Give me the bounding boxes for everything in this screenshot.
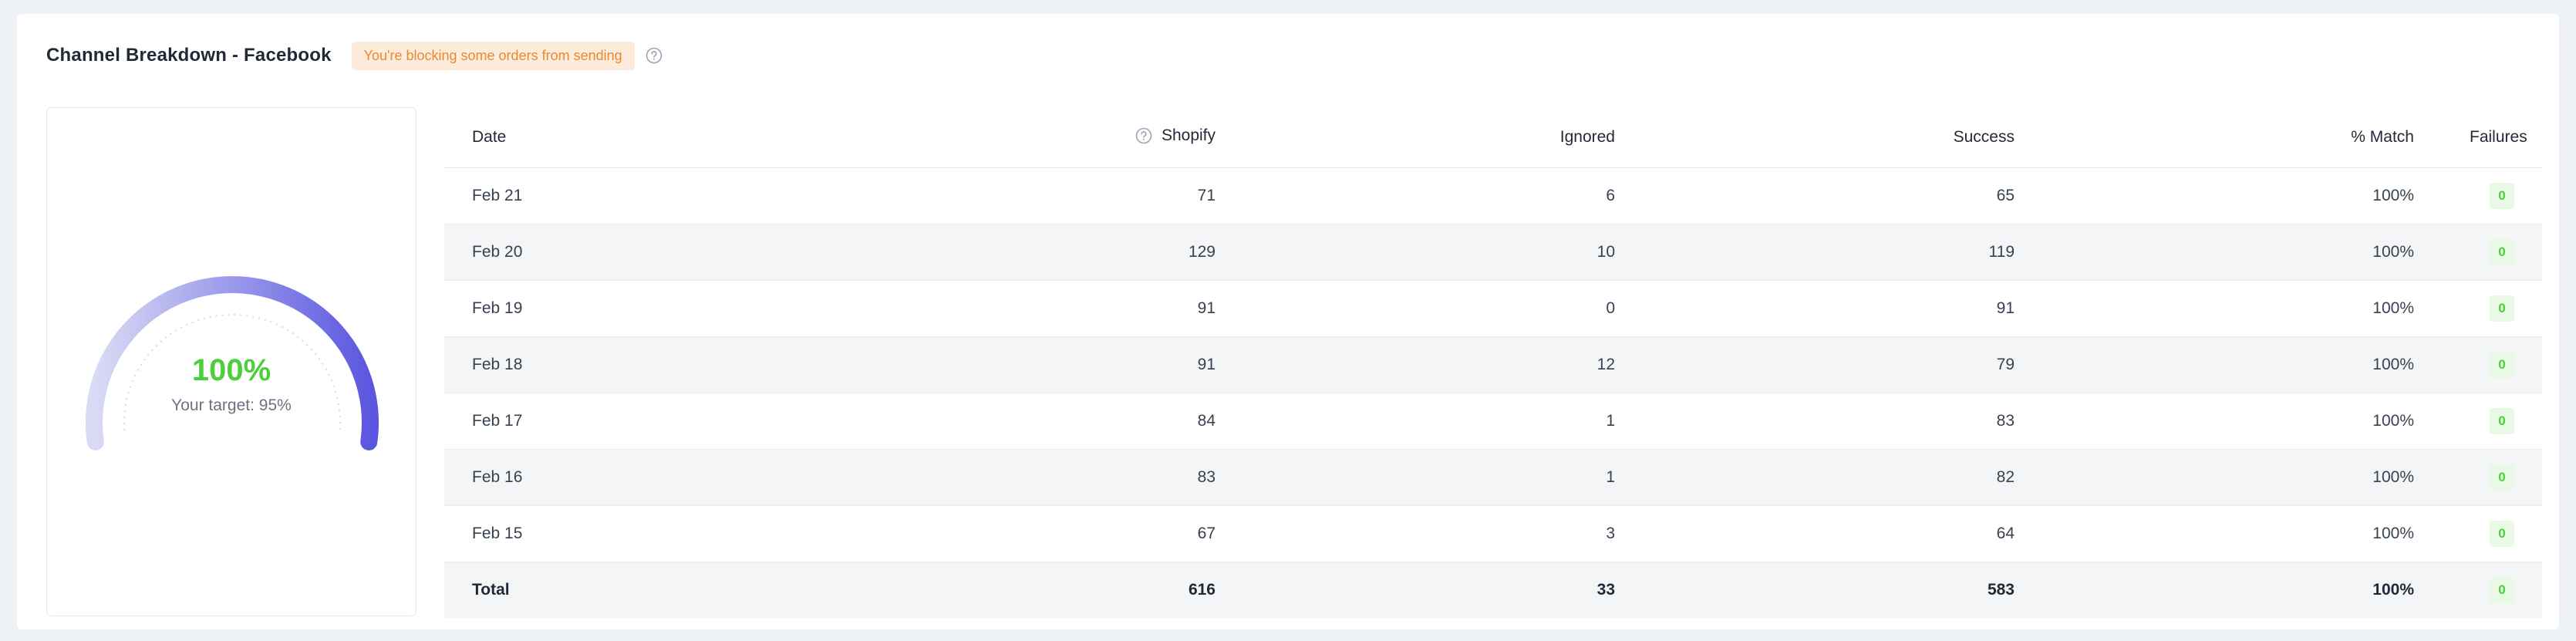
cell-success: 82 xyxy=(1643,449,2042,506)
cell-date: Feb 21 xyxy=(444,167,754,224)
table-row: Feb 19 91 0 91 100% 0 xyxy=(444,280,2542,337)
cell-date: Feb 15 xyxy=(444,505,754,562)
cell-match: 100% xyxy=(2042,505,2442,562)
cell-shopify: 71 xyxy=(754,167,1243,224)
cell-total-shopify: 616 xyxy=(754,562,1243,618)
failures-badge[interactable]: 0 xyxy=(2490,239,2514,265)
gauge-value-label: 100% xyxy=(191,353,271,387)
cell-success: 64 xyxy=(1643,505,2042,562)
cell-success: 91 xyxy=(1643,280,2042,337)
card-title: Channel Breakdown - Facebook xyxy=(46,45,332,66)
cell-total-match: 100% xyxy=(2042,562,2442,618)
gauge-target-label: Your target: 95% xyxy=(171,396,292,414)
cell-match: 100% xyxy=(2042,336,2442,393)
cell-match: 100% xyxy=(2042,449,2442,506)
table-total-row: Total 616 33 583 100% 0 xyxy=(444,562,2542,618)
column-header-shopify[interactable]: Shopify xyxy=(754,107,1243,168)
cell-total-failures: 0 xyxy=(2442,562,2542,618)
breakdown-table-wrap: Date Shopify Ignored Success % Match Fai… xyxy=(444,107,2542,618)
cell-success: 119 xyxy=(1643,224,2042,281)
failures-badge[interactable]: 0 xyxy=(2490,295,2514,322)
cell-ignored: 10 xyxy=(1243,224,1643,281)
failures-badge[interactable]: 0 xyxy=(2490,183,2514,209)
cell-shopify: 129 xyxy=(754,224,1243,281)
table-row: Feb 15 67 3 64 100% 0 xyxy=(444,505,2542,562)
column-header-success[interactable]: Success xyxy=(1643,107,2042,168)
failures-badge[interactable]: 0 xyxy=(2490,352,2514,378)
cell-failures: 0 xyxy=(2442,449,2542,506)
cell-ignored: 1 xyxy=(1243,393,1643,450)
cell-match: 100% xyxy=(2042,280,2442,337)
table-header-row: Date Shopify Ignored Success % Match Fai… xyxy=(444,107,2542,168)
help-circle-icon[interactable] xyxy=(1135,127,1152,144)
cell-success: 65 xyxy=(1643,167,2042,224)
card-header: Channel Breakdown - Facebook You're bloc… xyxy=(46,40,663,71)
cell-shopify: 67 xyxy=(754,505,1243,562)
cell-shopify: 83 xyxy=(754,449,1243,506)
table-row: Feb 18 91 12 79 100% 0 xyxy=(444,336,2542,393)
blocking-warning-badge: You're blocking some orders from sending xyxy=(351,41,635,70)
table-row: Feb 21 71 6 65 100% 0 xyxy=(444,167,2542,224)
match-gauge-panel: 100% Your target: 95% xyxy=(46,107,416,616)
cell-failures: 0 xyxy=(2442,336,2542,393)
cell-match: 100% xyxy=(2042,224,2442,281)
column-header-match[interactable]: % Match xyxy=(2042,107,2442,168)
failures-badge[interactable]: 0 xyxy=(2490,408,2514,434)
cell-shopify: 91 xyxy=(754,336,1243,393)
cell-total-success: 583 xyxy=(1643,562,2042,618)
breakdown-table: Date Shopify Ignored Success % Match Fai… xyxy=(444,107,2542,618)
cell-failures: 0 xyxy=(2442,393,2542,450)
cell-shopify: 84 xyxy=(754,393,1243,450)
cell-date: Feb 16 xyxy=(444,449,754,506)
cell-date: Feb 20 xyxy=(444,224,754,281)
column-header-failures[interactable]: Failures xyxy=(2442,107,2542,168)
failures-badge[interactable]: 0 xyxy=(2490,464,2514,491)
cell-failures: 0 xyxy=(2442,280,2542,337)
cell-failures: 0 xyxy=(2442,505,2542,562)
cell-ignored: 1 xyxy=(1243,449,1643,506)
channel-breakdown-card: Channel Breakdown - Facebook You're bloc… xyxy=(17,14,2559,629)
failures-badge[interactable]: 0 xyxy=(2490,521,2514,547)
cell-match: 100% xyxy=(2042,167,2442,224)
cell-success: 83 xyxy=(1643,393,2042,450)
cell-ignored: 0 xyxy=(1243,280,1643,337)
cell-failures: 0 xyxy=(2442,167,2542,224)
cell-success: 79 xyxy=(1643,336,2042,393)
cell-failures: 0 xyxy=(2442,224,2542,281)
table-row: Feb 17 84 1 83 100% 0 xyxy=(444,393,2542,450)
failures-badge[interactable]: 0 xyxy=(2490,577,2514,603)
cell-date: Feb 17 xyxy=(444,393,754,450)
cell-ignored: 6 xyxy=(1243,167,1643,224)
table-row: Feb 20 129 10 119 100% 0 xyxy=(444,224,2542,281)
help-circle-icon[interactable] xyxy=(646,47,663,64)
cell-ignored: 12 xyxy=(1243,336,1643,393)
column-header-date[interactable]: Date xyxy=(444,107,754,168)
cell-date: Feb 19 xyxy=(444,280,754,337)
column-header-ignored[interactable]: Ignored xyxy=(1243,107,1643,168)
column-header-shopify-label: Shopify xyxy=(1161,126,1216,144)
cell-total-ignored: 33 xyxy=(1243,562,1643,618)
cell-ignored: 3 xyxy=(1243,505,1643,562)
cell-shopify: 91 xyxy=(754,280,1243,337)
table-row: Feb 16 83 1 82 100% 0 xyxy=(444,449,2542,506)
cell-date: Feb 18 xyxy=(444,336,754,393)
cell-match: 100% xyxy=(2042,393,2442,450)
cell-total-label: Total xyxy=(444,562,754,618)
